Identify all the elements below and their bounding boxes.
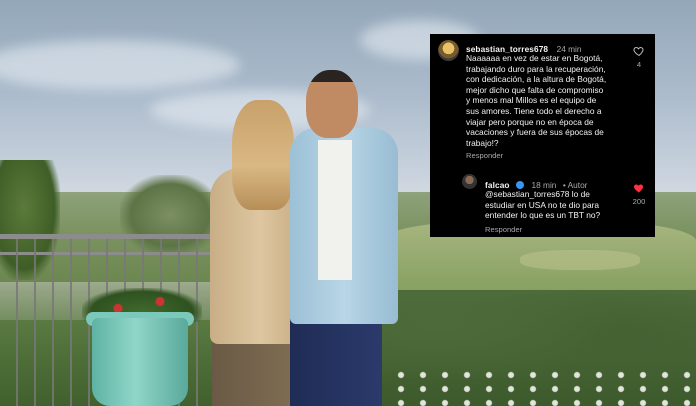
like-count: 200 — [632, 197, 646, 206]
field — [520, 250, 640, 270]
comment-text-line: Naaaaaa en vez de estar en Bogotá, — [466, 53, 603, 63]
white-flowers — [390, 368, 696, 406]
comment-text-line: vacaciones y fuera de sus épocas de — [466, 127, 604, 138]
heart-filled-icon[interactable] — [633, 182, 645, 194]
comment-text: Naaaaaa en vez de estar en Bogotá, traba… — [466, 53, 634, 148]
reply-button[interactable]: Responder — [485, 225, 522, 234]
flower-pot — [92, 318, 188, 406]
man-shirt — [318, 140, 352, 280]
comments-overlay: sebastian_torres678 24 min Naaaaaa en ve… — [430, 34, 655, 237]
man-head — [306, 70, 358, 138]
comment-text-line: estudiar en USA no te dio para — [485, 199, 600, 210]
comment-text-line: sus amores. Tiene todo el derecho a — [466, 105, 602, 116]
woman-hair — [232, 100, 294, 210]
comment-text-line: y menos mal Millos es el equipo de — [466, 95, 597, 106]
reply-button[interactable]: Responder — [466, 151, 503, 160]
comment-text-line: con dedicación, a la altura de Bogotá, — [466, 74, 607, 85]
comment-text: @sebastian_torres678 lo de estudiar en U… — [485, 189, 635, 221]
comment-text-line: trabajo!? — [466, 137, 499, 148]
comment-text-line: mejor dicho que falta de compromiso — [466, 84, 604, 95]
verified-badge-icon — [516, 181, 525, 189]
avatar[interactable] — [438, 40, 459, 61]
man-pants — [290, 318, 382, 406]
like-count: 4 — [636, 60, 642, 69]
comment-text-line: entender lo que es un TBT no? — [485, 210, 601, 221]
comment-text-line: trabajando duro para la recuperación, — [466, 63, 606, 74]
avatar[interactable] — [462, 174, 477, 189]
comment-text-line: viajar pero porque no en época de — [466, 116, 594, 127]
comment-text-line: @sebastian_torres678 lo de — [485, 189, 590, 199]
heart-outline-icon[interactable] — [633, 45, 645, 57]
cloud — [0, 40, 240, 90]
